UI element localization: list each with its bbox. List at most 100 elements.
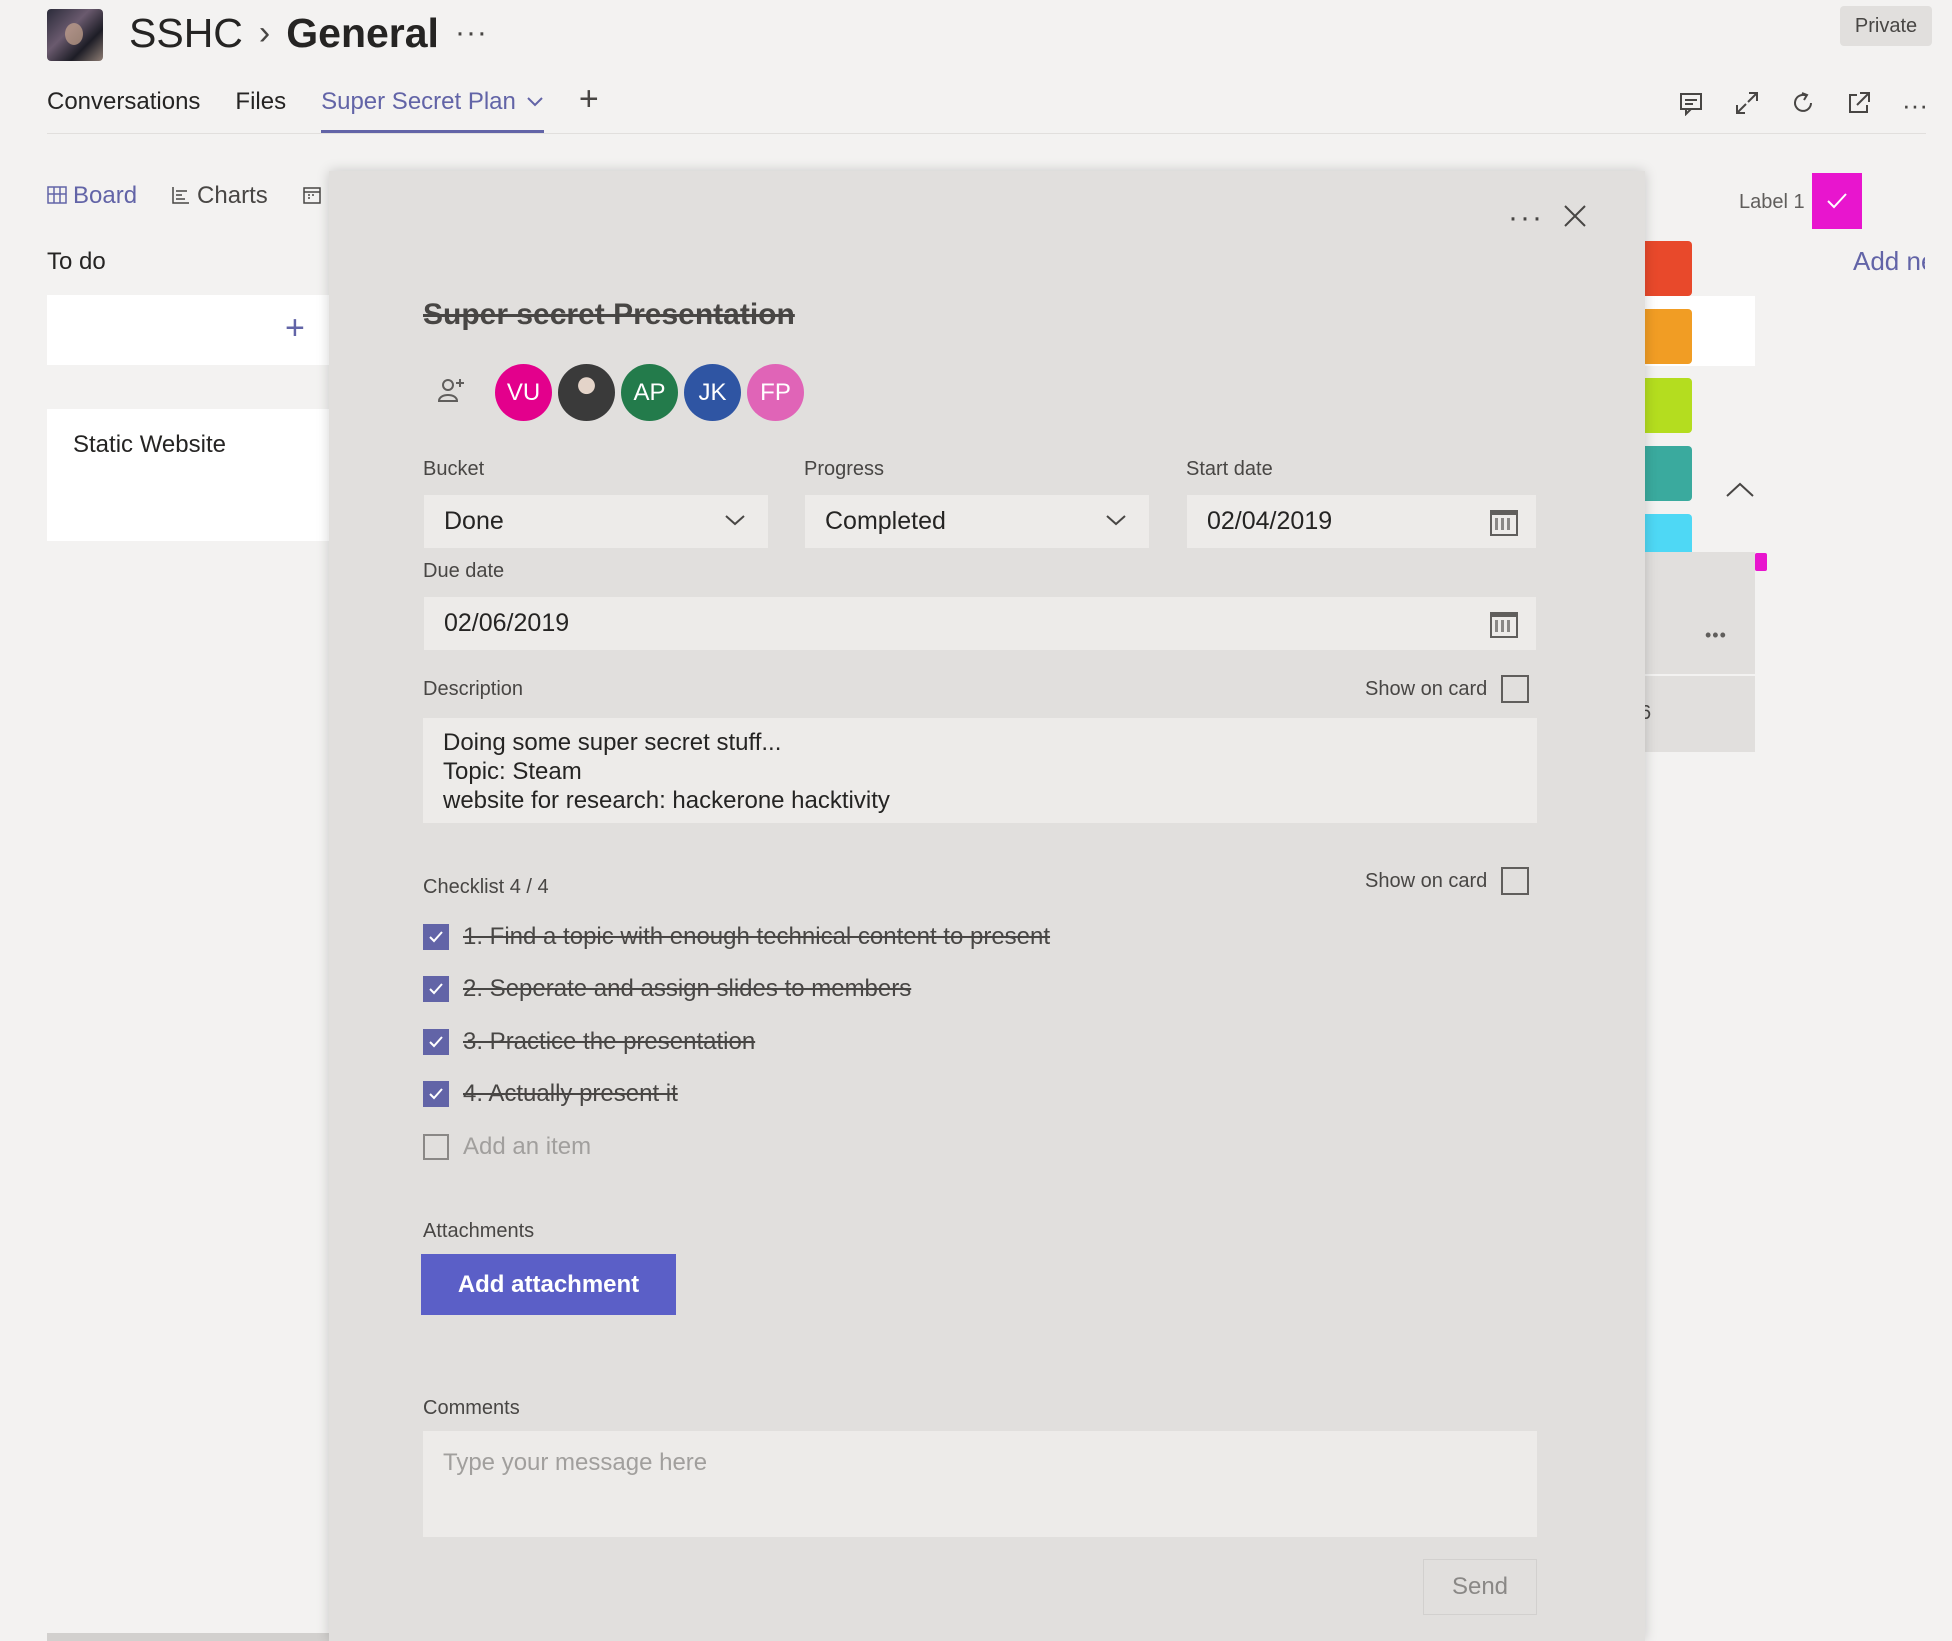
label-swatch-teal[interactable] [1640,446,1692,501]
progress-value: Completed [825,507,946,535]
task-card-title: Static Website [73,431,226,458]
plus-icon: + [285,309,305,347]
send-button[interactable]: Send [1423,1559,1537,1615]
checklist-item-text[interactable]: 1. Find a topic with enough technical co… [463,923,1050,951]
progress-label: Progress [804,458,885,480]
description-textarea[interactable]: Doing some super secret stuff... Topic: … [423,718,1537,823]
avatar[interactable]: FP [747,364,804,421]
assignee-list: VU AP JK FP [495,364,804,421]
checklist-item: 4. Actually present it [423,1080,678,1108]
show-on-card-checkbox[interactable] [1501,675,1530,703]
dialog-more-icon[interactable]: ··· [1508,201,1544,235]
checklist-item: 3. Practice the presentation [423,1028,755,1056]
board-view-tab[interactable]: Board [47,182,137,210]
bucket-dropdown[interactable]: Done [423,494,769,549]
task-card[interactable]: Static Website [47,409,337,541]
expand-icon[interactable] [1734,90,1760,123]
conversation-icon[interactable] [1678,90,1704,123]
charts-view-tab[interactable]: Charts [171,182,268,210]
header-actions: ··· [1678,90,1928,123]
checkbox-checked[interactable] [423,1081,449,1107]
chevron-down-icon [724,507,746,539]
task-detail-dialog: ··· Super secret Presentation VU AP JK F… [329,171,1645,1641]
card-more-icon[interactable]: ••• [1705,625,1727,646]
show-on-card-checkbox[interactable] [1501,867,1530,895]
add-tab-icon[interactable]: + [579,82,599,116]
tab-conversations[interactable]: Conversations [47,88,200,134]
checklist-item-text[interactable]: 3. Practice the presentation [463,1028,755,1056]
privacy-badge: Private [1840,6,1932,46]
label-check-icon[interactable] [1812,173,1862,229]
charts-icon [172,187,190,204]
refresh-icon[interactable] [1790,90,1816,123]
comments-label: Comments [423,1397,520,1419]
description-line: Topic: Steam [443,758,582,785]
header-divider [47,133,1926,134]
description-line: Doing some super secret stuff... [443,729,782,756]
charts-view-label: Charts [197,182,268,209]
checkbox-checked[interactable] [423,1029,449,1055]
avatar[interactable]: VU [495,364,552,421]
tab-super-secret-plan[interactable]: Super Secret Plan [321,88,544,134]
start-date-field[interactable]: 02/04/2019 [1186,494,1537,549]
progress-dropdown[interactable]: Completed [804,494,1150,549]
bucket-label: Bucket [423,458,485,480]
checklist-item: 2. Seperate and assign slides to members [423,975,911,1003]
calendar-icon[interactable] [1490,612,1518,638]
description-label: Description [423,678,524,700]
task-title[interactable]: Super secret Presentation [423,298,795,332]
due-date-value: 02/06/2019 [444,609,570,637]
team-name[interactable]: SSHC [129,10,243,57]
due-date-field[interactable]: 02/06/2019 [423,596,1537,651]
chevron-up-icon[interactable] [1725,476,1755,507]
chevron-down-icon [527,97,543,107]
channel-tabs: Conversations Files Super Secret Plan + [47,82,599,134]
avatar[interactable] [558,364,615,421]
comment-input[interactable]: Type your message here [423,1431,1537,1537]
channel-name: General [286,9,439,56]
attachments-label: Attachments [423,1220,535,1242]
checklist-item-text[interactable]: 2. Seperate and assign slides to members [463,975,911,1003]
due-date-label: Due date [423,560,505,582]
checkbox-checked[interactable] [423,976,449,1002]
description-line: website for research: hackerone hacktivi… [443,787,890,814]
team-avatar[interactable] [47,9,103,61]
card-label-marker [1755,553,1767,571]
show-on-card-label: Show on card [1365,869,1488,892]
checklist-label: Checklist 4 / 4 [423,876,549,898]
chevron-down-icon [1105,507,1127,539]
add-attachment-button[interactable]: Add attachment [421,1254,676,1315]
channel-more-icon[interactable]: ··· [455,16,488,50]
more-icon[interactable]: ··· [1902,90,1928,123]
checkbox-checked[interactable] [423,924,449,950]
label-swatch-lime[interactable] [1640,378,1692,433]
avatar[interactable]: AP [621,364,678,421]
checklist-item: 1. Find a topic with enough technical co… [423,923,1050,951]
checkbox-empty[interactable] [423,1134,449,1160]
avatar[interactable]: JK [684,364,741,421]
tab-files[interactable]: Files [235,88,286,134]
schedule-icon[interactable] [302,182,322,210]
board-icon [47,186,67,204]
bucket-title: To do [47,248,106,275]
start-date-value: 02/04/2019 [1207,507,1333,535]
popout-icon[interactable] [1846,90,1872,123]
board-view-label: Board [73,182,138,209]
background-task-card [1640,552,1755,752]
add-item-input[interactable]: Add an item [463,1133,591,1161]
label-swatch-red[interactable] [1640,241,1692,296]
chevron-right-icon: › [258,13,271,52]
breadcrumb: SSHC › General ··· [129,7,488,59]
tab-label: Super Secret Plan [321,88,516,115]
add-task-button[interactable]: + [47,295,337,365]
add-new-bucket-link[interactable]: Add ne [1853,246,1925,277]
calendar-icon[interactable] [1490,510,1518,536]
checklist-item-text[interactable]: 4. Actually present it [463,1080,678,1108]
planner-views: Board Charts [47,182,322,210]
show-on-card-label: Show on card [1365,677,1488,700]
description-show-on-card: Show on card [1365,675,1530,703]
close-icon[interactable] [1562,199,1588,238]
label-swatch-orange[interactable] [1640,309,1692,364]
horizontal-scrollbar[interactable] [47,1633,337,1641]
assign-person-icon[interactable] [436,375,466,405]
